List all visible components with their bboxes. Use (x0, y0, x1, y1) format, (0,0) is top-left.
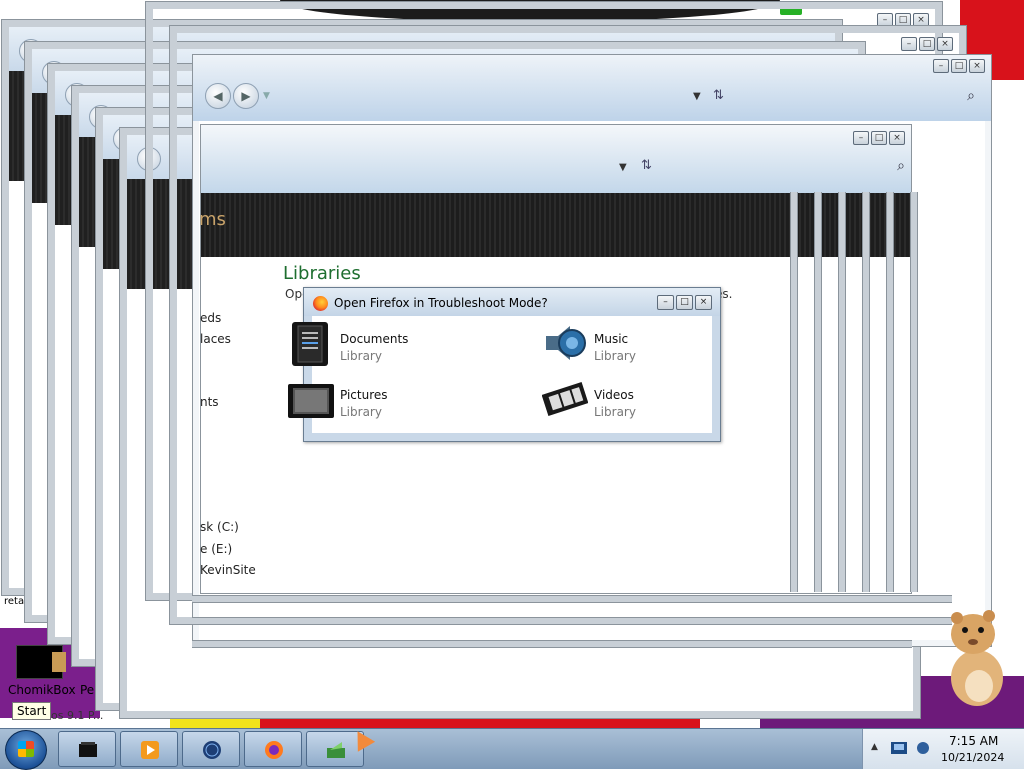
black-box-icon (79, 742, 97, 757)
taskbar-button-media-player[interactable] (120, 731, 178, 767)
minimized-window-title[interactable]: dos 9.1 P... (44, 709, 103, 722)
close-icon[interactable]: × (695, 295, 712, 310)
window-controls: – □ × (877, 13, 929, 27)
close-icon[interactable]: × (969, 59, 985, 73)
header-banner: ms (199, 193, 911, 257)
window-edge (192, 640, 912, 648)
library-kind: Library (594, 405, 636, 419)
library-pictures[interactable]: Pictures Library (288, 376, 488, 426)
library-kind: Library (594, 349, 636, 363)
maximize-icon[interactable]: □ (871, 131, 887, 145)
window-controls: – □ × (901, 37, 953, 51)
window-edge (192, 617, 952, 625)
library-music[interactable]: Music Library (542, 320, 712, 370)
firefox-icon (265, 741, 283, 759)
library-name: Pictures (340, 388, 388, 402)
close-icon[interactable]: × (937, 37, 953, 51)
chomikbox-icon[interactable] (16, 645, 66, 679)
play-icon (141, 741, 159, 759)
maximize-icon[interactable]: □ (919, 37, 935, 51)
videos-library-icon (542, 382, 588, 416)
recent-pages-chevron-icon[interactable]: ▼ (263, 91, 270, 101)
start-tooltip: Start (12, 702, 52, 720)
libraries-heading: Libraries (283, 263, 361, 284)
libraries-titlebar[interactable]: – □ × ▼ ⇅ ⌕ (201, 125, 911, 193)
clock-date[interactable]: 10/21/2024 (941, 751, 1004, 764)
music-library-icon (546, 326, 586, 360)
search-icon[interactable]: ⌕ (967, 88, 975, 104)
nav-buttons: ◀ ▶ (205, 83, 259, 109)
window-controls: – □ × (853, 131, 905, 145)
refresh-icon[interactable]: ⇅ (713, 88, 724, 103)
search-icon[interactable]: ⌕ (897, 158, 905, 174)
wallpaper-red-bottom (260, 718, 700, 728)
dialog-titlebar[interactable]: Open Firefox in Troubleshoot Mode? – □ × (304, 288, 720, 316)
minimize-icon[interactable]: – (933, 59, 949, 73)
library-name: Music (594, 332, 629, 346)
maximize-icon[interactable]: □ (895, 13, 911, 27)
minimize-icon[interactable]: – (657, 295, 674, 310)
refresh-icon[interactable]: ⇅ (641, 158, 652, 173)
show-hidden-icons-chevron-icon[interactable]: ▲ (871, 742, 878, 752)
taskbar-button-firefox[interactable] (244, 731, 302, 767)
header-fragment: ms (199, 209, 226, 230)
chomikbox-label[interactable]: ChomikBox (8, 683, 76, 697)
library-name: Documents (340, 332, 409, 346)
pictures-library-icon (288, 384, 334, 418)
desktop-label-fragment: reta (4, 596, 25, 607)
address-dropdown-icon[interactable]: ▼ (693, 91, 701, 102)
nav-item-downloads[interactable]: eds (200, 311, 221, 325)
documents-library-icon (292, 322, 328, 366)
taskbar-button-terminal[interactable] (58, 731, 116, 767)
minimize-icon[interactable]: – (901, 37, 917, 51)
window-controls: – □ × (933, 59, 985, 73)
taskbar: ▲ 7:15 AM 10/21/2024 (0, 728, 1024, 770)
library-name: Videos (594, 388, 634, 402)
dialog-body: Documents Library Music Library Pictures… (288, 316, 712, 433)
wallpaper-yellow-bottom (170, 718, 260, 728)
library-kind: Library (340, 405, 382, 419)
address-dropdown-icon[interactable]: ▼ (619, 162, 627, 173)
clock-time[interactable]: 7:15 AM (949, 734, 998, 748)
taskbar-button-globe[interactable] (182, 731, 240, 767)
green-arrow-icon (327, 742, 345, 758)
back-button[interactable]: ◀ (205, 83, 231, 109)
nav-item-recent-places[interactable]: laces (200, 332, 231, 346)
maximize-icon[interactable]: □ (676, 295, 693, 310)
library-documents[interactable]: Documents Library (288, 320, 488, 370)
close-icon[interactable]: × (889, 131, 905, 145)
start-button[interactable] (5, 730, 47, 770)
forward-button[interactable]: ▶ (233, 83, 259, 109)
maximize-icon[interactable]: □ (951, 59, 967, 73)
nav-item-kevinsite[interactable]: KevinSite (200, 563, 256, 577)
nav-item-documents[interactable]: nts (200, 395, 219, 409)
desktop-label-fragment[interactable]: Pe (80, 683, 94, 697)
window-edge (192, 595, 952, 603)
library-videos[interactable]: Videos Library (542, 376, 712, 426)
network-icon[interactable] (891, 741, 907, 755)
explorer-titlebar[interactable]: – □ × ◀ ▶ ▼ ▼ ⇅ ⌕ (193, 55, 991, 121)
volume-icon[interactable] (915, 741, 931, 755)
dialog-title: Open Firefox in Troubleshoot Mode? (334, 296, 548, 310)
library-kind: Library (340, 349, 382, 363)
hamster-image (951, 610, 1003, 706)
minimize-icon[interactable]: – (853, 131, 869, 145)
globe-icon (203, 741, 221, 759)
firefox-icon (313, 296, 328, 311)
close-icon[interactable]: × (913, 13, 929, 27)
troubleshoot-dialog[interactable]: Open Firefox in Troubleshoot Mode? – □ ×… (288, 287, 721, 442)
nav-item-local-disk[interactable]: sk (C:) (200, 520, 239, 534)
system-tray: ▲ 7:15 AM 10/21/2024 (862, 729, 1024, 769)
minimize-icon[interactable]: – (877, 13, 893, 27)
dialog-controls: – □ × (657, 295, 712, 310)
nav-item-drive-e[interactable]: e (E:) (200, 542, 232, 556)
